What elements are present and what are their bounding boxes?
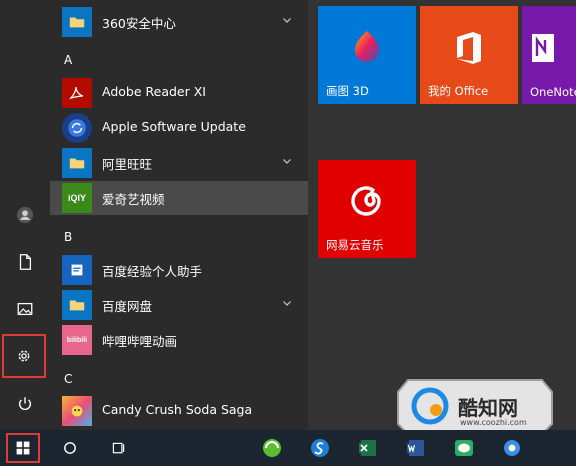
wechat-icon	[455, 440, 473, 456]
taskbar-wechat[interactable]	[446, 430, 482, 466]
netease-music-icon	[351, 186, 381, 216]
app-list[interactable]: 360安全中心 A Adobe Reader XI Apple Software…	[50, 0, 308, 430]
list-item-baidu-jingyan[interactable]: 百度经验个人助手	[50, 253, 308, 287]
apple-update-icon	[62, 113, 92, 143]
tile-label: OneNote	[530, 85, 576, 99]
list-item-bilibili[interactable]: bilibili 哔哩哔哩动画	[50, 323, 308, 357]
folder-icon	[62, 290, 92, 320]
tile-my-office[interactable]: 我的 Office	[420, 6, 518, 104]
list-item-iqiyi[interactable]: iQIY 爱奇艺视频	[50, 181, 308, 215]
pictures-button[interactable]	[0, 289, 50, 329]
chevron-down-icon[interactable]	[282, 156, 292, 166]
excel-icon	[359, 440, 376, 456]
tile-onenote[interactable]: OneNote	[522, 6, 576, 104]
taskbar-sogou[interactable]	[302, 430, 338, 466]
onenote-icon	[532, 34, 554, 62]
baidu-jingyan-icon	[62, 255, 92, 285]
office-icon	[457, 32, 481, 64]
task-view-icon	[112, 442, 124, 453]
section-letter-b[interactable]: B	[64, 230, 72, 244]
user-icon	[16, 206, 34, 224]
tile-paint3d[interactable]: 画图 3D	[318, 6, 416, 104]
iqiyi-badge-text: iQIY	[67, 193, 86, 203]
list-item-360-security[interactable]: 360安全中心	[50, 5, 308, 39]
paint3d-icon	[355, 31, 379, 62]
chevron-down-icon[interactable]	[282, 15, 292, 25]
start-menu-screen: 360安全中心 A Adobe Reader XI Apple Software…	[0, 0, 576, 466]
taskbar-excel[interactable]	[350, 430, 386, 466]
chevron-down-icon[interactable]	[282, 298, 292, 308]
browser-360-icon	[263, 439, 281, 457]
bilibili-icon: bilibili	[62, 325, 92, 355]
list-item-label: 阿里旺旺	[102, 157, 153, 172]
list-item-label: 360安全中心	[102, 16, 176, 31]
sogou-browser-icon	[311, 439, 329, 457]
folder-icon	[62, 148, 92, 178]
gear-icon	[18, 350, 30, 362]
list-item-label: Candy Crush Soda Saga	[102, 402, 253, 417]
list-item-label: Apple Software Update	[102, 119, 246, 134]
list-item-label: 爱奇艺视频	[102, 192, 165, 207]
taskbar	[0, 430, 576, 466]
tile-label: 我的 Office	[428, 84, 489, 98]
taskbar-word[interactable]	[398, 430, 434, 466]
bilibili-badge-text: bilibili	[66, 336, 88, 344]
list-item-label: 百度网盘	[102, 299, 153, 314]
word-icon	[407, 440, 424, 456]
tile-area: 画图 3D 我的 Office OneNote 网易云音乐	[308, 0, 576, 430]
candy-crush-icon	[62, 396, 92, 426]
taskbar-app-blue[interactable]	[494, 430, 530, 466]
power-icon	[18, 397, 32, 411]
power-button[interactable]	[0, 384, 50, 424]
settings-button[interactable]	[2, 334, 46, 378]
windows-logo-icon	[16, 441, 30, 455]
section-letter-c[interactable]: C	[64, 372, 72, 386]
list-item-aliwangwang[interactable]: 阿里旺旺	[50, 146, 308, 180]
taskbar-browser-360[interactable]	[254, 430, 290, 466]
ie-browser-icon	[504, 440, 520, 456]
tile-label: 画图 3D	[326, 84, 369, 98]
picture-icon	[17, 302, 33, 316]
list-item-candy-crush[interactable]: Candy Crush Soda Saga	[50, 394, 308, 428]
documents-button[interactable]	[0, 242, 50, 282]
watermark-name: 酷知网	[458, 396, 518, 420]
adobe-reader-icon	[62, 78, 92, 108]
list-item-label: Adobe Reader XI	[102, 84, 206, 99]
folder-icon	[62, 7, 92, 37]
watermark-url: www.coozhi.com	[460, 418, 527, 427]
list-item-adobe-reader[interactable]: Adobe Reader XI	[50, 76, 308, 110]
task-view-button[interactable]	[100, 430, 136, 466]
start-button[interactable]	[6, 433, 40, 463]
tile-label: 网易云音乐	[326, 238, 384, 252]
search-button[interactable]	[52, 430, 88, 466]
user-account-button[interactable]	[0, 195, 50, 235]
tile-netease-music[interactable]: 网易云音乐	[318, 160, 416, 258]
document-icon	[19, 254, 32, 270]
list-item-label: 百度经验个人助手	[102, 264, 203, 279]
iqiyi-icon: iQIY	[62, 183, 92, 213]
start-left-rail	[0, 0, 50, 430]
list-item-apple-software-update[interactable]: Apple Software Update	[50, 111, 308, 145]
list-item-baidu-netdisk[interactable]: 百度网盘	[50, 288, 308, 322]
section-letter-a[interactable]: A	[64, 53, 72, 67]
list-item-label: 哔哩哔哩动画	[102, 334, 178, 349]
search-circle-icon	[64, 442, 76, 454]
